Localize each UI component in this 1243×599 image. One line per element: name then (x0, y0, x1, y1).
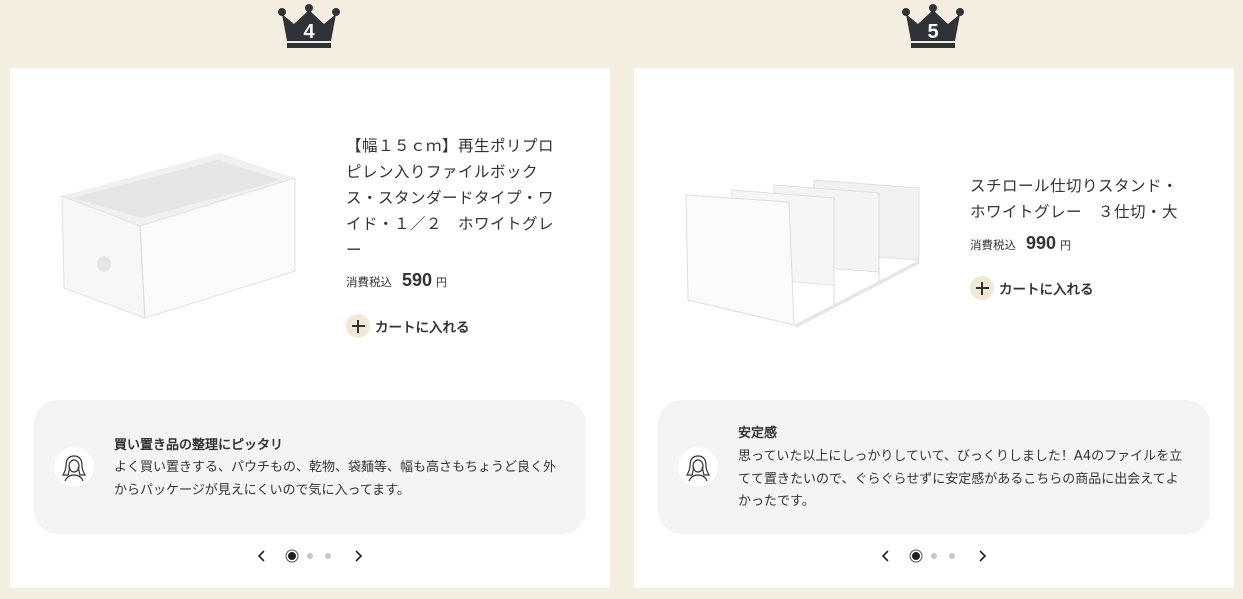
review-title: 安定感 (738, 426, 778, 441)
review-box: 買い置き品の整理にピッタリ よく買い置きする、パウチもの、乾物、袋麺等、幅も高さ… (34, 400, 586, 534)
review-box: 安定感 思っていた以上にしっかりしていて、びっくりしました！A4のファイルを立て… (658, 400, 1210, 534)
pager-dot-1[interactable] (288, 552, 296, 560)
price-value: 990 (1026, 233, 1057, 253)
price-value: 590 (402, 270, 433, 290)
partition-stand-image[interactable] (674, 160, 934, 340)
review-body: 思っていた以上にしっかりしていて、びっくりしました！A4のファイルを立てて置きた… (738, 449, 1183, 509)
review-body: よく買い置きする、パウチもの、乾物、袋麺等、幅も高さもちょうど良く外からパッケー… (114, 460, 557, 498)
currency-label: 円 (436, 276, 448, 289)
product-card-rank-4: 【幅１５ｃｍ】再生ポリプロピレン入りファイルボックス・スタンダードタイプ・ワイド… (10, 68, 610, 588)
reviewer-avatar-icon (54, 447, 94, 487)
tax-label: 消費税込 (346, 275, 392, 289)
plus-icon (346, 314, 370, 338)
pager-dot-3[interactable] (949, 553, 955, 559)
pager-dot-3[interactable] (325, 553, 331, 559)
add-to-cart-button[interactable]: カートに入れる (970, 276, 1094, 300)
product-title[interactable]: スチロール仕切りスタンド・ホワイトグレー ３仕切・大 (970, 173, 1186, 225)
price-row: 消費税込 990 円 (970, 233, 1071, 254)
rank-number: 4 (303, 21, 315, 43)
review-title: 買い置き品の整理にピッタリ (114, 438, 284, 453)
pager-dot-2[interactable] (931, 553, 937, 559)
pager-dot-2[interactable] (307, 553, 313, 559)
price-row: 消費税込 590 円 (346, 270, 447, 291)
pager-dot-1[interactable] (912, 552, 920, 560)
add-to-cart-button[interactable]: カートに入れる (346, 314, 470, 338)
currency-label: 円 (1060, 239, 1072, 252)
chevron-left-icon[interactable] (254, 548, 270, 564)
carousel-pager (634, 548, 1234, 564)
plus-icon (970, 276, 994, 300)
chevron-right-icon[interactable] (350, 548, 366, 564)
add-to-cart-label: カートに入れる (999, 282, 1094, 298)
file-box-image[interactable] (50, 138, 310, 338)
tax-label: 消費税込 (970, 238, 1016, 252)
rank-badge-5: 5 (901, 4, 965, 48)
carousel-pager (10, 548, 610, 564)
chevron-right-icon[interactable] (974, 548, 990, 564)
product-card-rank-5: スチロール仕切りスタンド・ホワイトグレー ３仕切・大 消費税込 990 円 カー… (634, 68, 1234, 588)
rank-number: 5 (927, 21, 939, 43)
product-title[interactable]: 【幅１５ｃｍ】再生ポリプロピレン入りファイルボックス・スタンダードタイプ・ワイド… (346, 133, 562, 263)
rank-badge-4: 4 (277, 4, 341, 48)
chevron-left-icon[interactable] (878, 548, 894, 564)
reviewer-avatar-icon (678, 447, 718, 487)
add-to-cart-label: カートに入れる (375, 320, 470, 336)
